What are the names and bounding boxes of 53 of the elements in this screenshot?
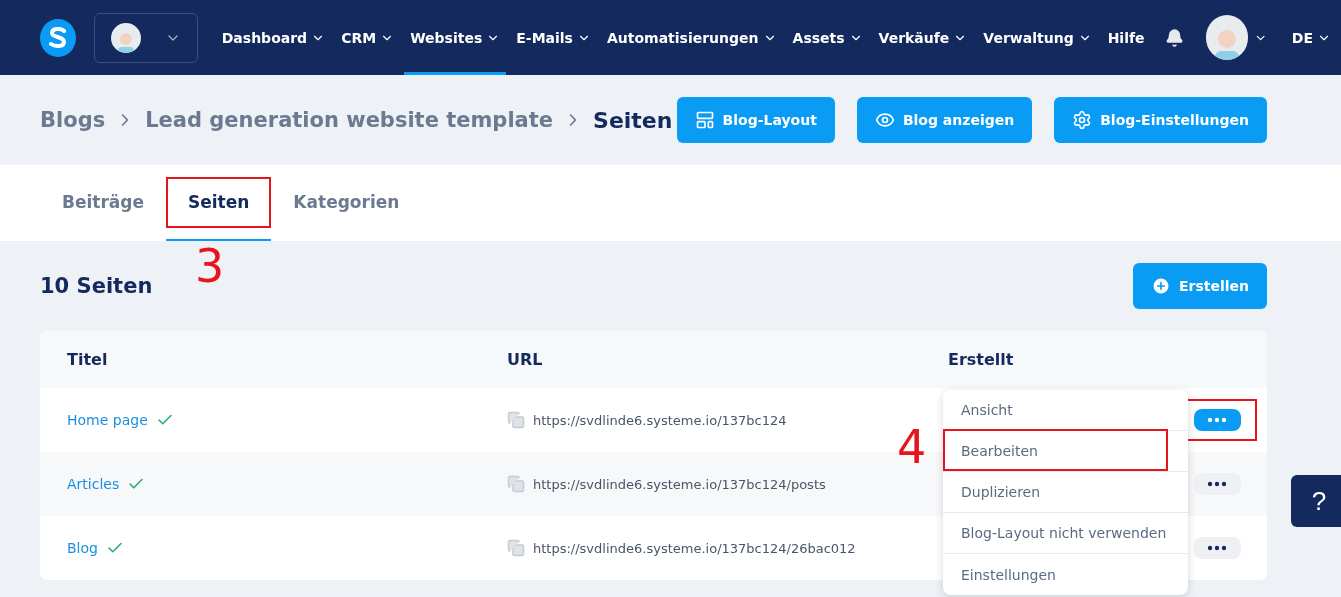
breadcrumb-item[interactable]: Blogs <box>40 108 106 132</box>
dots-icon <box>1207 417 1227 423</box>
dots-icon <box>1207 545 1227 551</box>
logo-icon <box>48 26 69 49</box>
dots-icon <box>1207 481 1227 487</box>
step-number: 3 <box>195 243 225 289</box>
page-title-link[interactable]: Home page <box>67 412 148 428</box>
menu-item[interactable]: Einstellungen <box>943 554 1188 595</box>
nav-item[interactable]: Assets <box>786 0 869 75</box>
url-text: https://svdlinde6.systeme.io/137bc124 <box>533 412 787 428</box>
plus-icon <box>1150 276 1171 296</box>
layout-icon <box>694 110 715 130</box>
gear-icon <box>1072 110 1093 130</box>
menu-item[interactable]: Ansicht <box>943 390 1188 431</box>
more-button[interactable] <box>1193 473 1241 495</box>
nav-item[interactable]: Automatisierungen <box>600 0 783 75</box>
nav-item[interactable]: Dashboard <box>215 0 332 75</box>
nav-item[interactable]: Verkäufe <box>872 0 974 75</box>
tab[interactable]: Kategorien <box>271 165 422 241</box>
page-title-link[interactable]: Blog <box>67 540 98 556</box>
column-header: Erstellt <box>948 350 1015 369</box>
nav-item[interactable]: E-Mails <box>510 0 597 75</box>
avatar-icon <box>111 22 142 53</box>
bell-icon[interactable] <box>1164 27 1184 48</box>
menu-item[interactable]: Bearbeiten <box>943 431 1188 472</box>
nav-item[interactable]: Hilfe <box>1101 0 1151 75</box>
column-header: Titel <box>67 350 109 369</box>
header-button[interactable]: Blog-Layout <box>676 97 835 143</box>
page-title-link[interactable]: Articles <box>67 476 120 492</box>
page-count-title: 10 Seiten <box>40 274 153 298</box>
nav-item[interactable]: Websites <box>404 0 507 75</box>
account-switcher[interactable] <box>94 12 198 63</box>
menu-item[interactable]: Duplizieren <box>943 472 1188 513</box>
breadcrumb-item[interactable]: Lead generation website template <box>145 108 554 132</box>
breadcrumb-item: Seiten <box>593 107 673 133</box>
menu-item[interactable]: Blog-Layout nicht verwenden <box>943 513 1188 554</box>
url-text: https://svdlinde6.systeme.io/137bc124/26bac012 <box>533 540 856 556</box>
header-button[interactable]: Blog anzeigen <box>856 97 1033 143</box>
tab[interactable]: Seiten <box>166 165 272 241</box>
help-button[interactable]: ? <box>1291 475 1341 527</box>
eye-icon <box>874 110 895 130</box>
logo[interactable] <box>40 18 77 57</box>
language-switcher[interactable]: DE <box>1285 0 1337 75</box>
tab[interactable]: Beiträge <box>40 165 166 241</box>
nav-item[interactable]: Verwaltung <box>977 0 1098 75</box>
nav-item[interactable]: CRM <box>335 0 401 75</box>
avatar-icon[interactable] <box>1205 15 1249 60</box>
column-header: URL <box>507 350 544 369</box>
url-text: https://svdlinde6.systeme.io/137bc124/posts <box>533 476 826 492</box>
header-button[interactable]: Blog-Einstellungen <box>1054 97 1267 143</box>
more-button[interactable] <box>1193 537 1241 559</box>
step-number: 4 <box>897 424 927 470</box>
create-button[interactable]: Erstellen <box>1132 263 1267 309</box>
